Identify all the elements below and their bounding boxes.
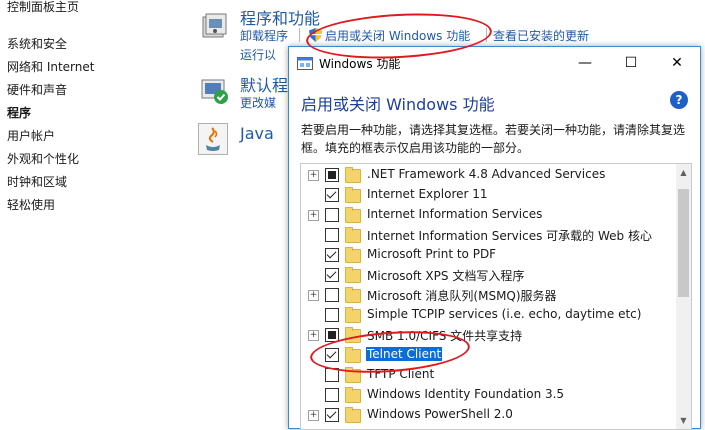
- expand-icon[interactable]: +: [308, 170, 319, 181]
- folder-icon: [345, 367, 361, 383]
- scroll-down-icon[interactable]: ▼: [679, 416, 688, 425]
- folder-icon: [345, 227, 361, 243]
- sidebar-item-appearance[interactable]: 外观和个性化: [7, 150, 79, 167]
- folder-icon: [345, 347, 361, 363]
- folder-icon: [345, 327, 361, 343]
- sidebar-item-clock-region[interactable]: 时钟和区域: [7, 173, 67, 190]
- scrollbar-thumb[interactable]: [678, 189, 689, 297]
- shield-icon: [309, 27, 322, 46]
- feature-row[interactable]: Microsoft Print to PDF: [301, 245, 675, 265]
- feature-row[interactable]: Windows Identity Foundation 3.5: [301, 385, 675, 405]
- feature-label[interactable]: Windows PowerShell 2.0: [366, 407, 514, 421]
- expand-icon[interactable]: +: [308, 290, 319, 301]
- feature-row[interactable]: + Internet Information Services: [301, 205, 675, 225]
- feature-row[interactable]: + Microsoft 消息队列(MSMQ)服务器: [301, 285, 675, 305]
- feature-checkbox[interactable]: [325, 288, 339, 302]
- feature-row[interactable]: + .NET Framework 4.8 Advanced Services: [301, 165, 675, 185]
- feature-checkbox[interactable]: [325, 348, 339, 362]
- folder-icon: [345, 247, 361, 263]
- expand-icon[interactable]: +: [308, 210, 319, 221]
- folder-icon: [345, 167, 361, 183]
- feature-checkbox[interactable]: [325, 328, 339, 342]
- folder-icon: [345, 407, 361, 423]
- change-media-link[interactable]: 更改媒: [240, 94, 276, 111]
- feature-row[interactable]: + Windows PowerShell 2.0: [301, 405, 675, 425]
- programs-features-icon: [200, 11, 230, 41]
- close-icon: ✕: [671, 54, 683, 71]
- default-programs-title[interactable]: 默认程: [240, 72, 288, 96]
- dialog-title: Windows 功能: [319, 57, 401, 71]
- feature-label[interactable]: Simple TCPIP services (i.e. echo, daytim…: [366, 307, 642, 321]
- maximize-button[interactable]: ☐: [608, 47, 654, 78]
- feature-checkbox[interactable]: [325, 408, 339, 422]
- link-separator: [299, 28, 300, 42]
- sidebar-item-user-accounts[interactable]: 用户帐户: [7, 127, 55, 144]
- close-button[interactable]: ✕: [654, 47, 700, 78]
- dialog-description: 若要启用一种功能，请选择其复选框。若要关闭一种功能，请清除其复选框。填充的框表示…: [301, 123, 686, 155]
- uninstall-program-link[interactable]: 卸载程序: [240, 27, 288, 44]
- link-separator: [486, 28, 487, 42]
- feature-label[interactable]: Microsoft XPS 文档写入程序: [366, 267, 525, 284]
- expand-icon[interactable]: +: [308, 330, 319, 341]
- feature-checkbox[interactable]: [325, 228, 339, 242]
- sidebar-item-network[interactable]: 网络和 Internet: [7, 58, 94, 75]
- feature-checkbox[interactable]: [325, 248, 339, 262]
- view-installed-updates-link[interactable]: 查看已安装的更新: [493, 27, 589, 44]
- feature-checkbox[interactable]: [325, 388, 339, 402]
- folder-icon: [345, 387, 361, 403]
- windows-features-dialog: Windows 功能 — ☐ ✕ 启用或关闭 Windows 功能 ? 若要启用…: [288, 46, 701, 430]
- feature-checkbox[interactable]: [325, 208, 339, 222]
- sidebar-item-security[interactable]: 系统和安全: [7, 35, 67, 52]
- help-icon[interactable]: ?: [670, 91, 688, 109]
- folder-icon: [345, 287, 361, 303]
- folder-icon: [345, 307, 361, 323]
- control-panel-home-link[interactable]: 控制面板主页: [7, 0, 79, 15]
- sidebar-item-programs[interactable]: 程序: [7, 104, 31, 121]
- minimize-button[interactable]: —: [562, 47, 608, 78]
- feature-label[interactable]: Microsoft Print to PDF: [366, 247, 497, 261]
- toggle-windows-features-link[interactable]: 启用或关闭 Windows 功能: [325, 27, 470, 44]
- feature-checkbox[interactable]: [325, 268, 339, 282]
- feature-checkbox[interactable]: [325, 308, 339, 322]
- folder-icon: [345, 207, 361, 223]
- dialog-titlebar[interactable]: Windows 功能 — ☐ ✕: [289, 47, 700, 78]
- feature-label[interactable]: SMB 1.0/CIFS 文件共享支持: [366, 327, 523, 344]
- feature-row[interactable]: Microsoft XPS 文档写入程序: [301, 265, 675, 285]
- feature-label[interactable]: Telnet Client: [366, 347, 443, 361]
- feature-row[interactable]: + SMB 1.0/CIFS 文件共享支持: [301, 325, 675, 345]
- feature-row[interactable]: Internet Explorer 11: [301, 185, 675, 205]
- minimize-icon: —: [578, 54, 592, 71]
- programs-features-title[interactable]: 程序和功能: [240, 5, 320, 29]
- feature-checkbox[interactable]: [325, 188, 339, 202]
- default-programs-icon: [200, 76, 230, 106]
- feature-row[interactable]: Simple TCPIP services (i.e. echo, daytim…: [301, 305, 675, 325]
- feature-label[interactable]: .NET Framework 4.8 Advanced Services: [366, 167, 606, 181]
- feature-label[interactable]: Internet Information Services: [366, 207, 543, 221]
- feature-label[interactable]: Internet Explorer 11: [366, 187, 489, 201]
- feature-checkbox[interactable]: [325, 168, 339, 182]
- java-title[interactable]: Java: [240, 124, 274, 143]
- java-icon: [198, 123, 228, 155]
- folder-icon: [345, 187, 361, 203]
- features-tree[interactable]: + .NET Framework 4.8 Advanced Services Int…: [300, 163, 692, 430]
- feature-label[interactable]: Internet Information Services 可承载的 Web 核…: [366, 227, 653, 244]
- feature-label[interactable]: TFTP Client: [366, 367, 435, 381]
- windows-features-icon: [297, 55, 313, 71]
- tree-scrollbar[interactable]: ▲ ▼: [676, 164, 691, 429]
- expand-icon[interactable]: +: [308, 410, 319, 421]
- run-programs-link[interactable]: 运行以: [240, 46, 276, 63]
- feature-label[interactable]: Microsoft 消息队列(MSMQ)服务器: [366, 287, 558, 304]
- sidebar-item-hardware[interactable]: 硬件和声音: [7, 81, 67, 98]
- feature-row[interactable]: TFTP Client: [301, 365, 675, 385]
- maximize-icon: ☐: [624, 54, 638, 71]
- feature-checkbox[interactable]: [325, 368, 339, 382]
- feature-row[interactable]: Internet Information Services 可承载的 Web 核…: [301, 225, 675, 245]
- feature-row[interactable]: Telnet Client: [301, 345, 675, 365]
- feature-label[interactable]: Windows Identity Foundation 3.5: [366, 387, 565, 401]
- sidebar-item-ease-of-access[interactable]: 轻松使用: [7, 196, 55, 213]
- dialog-heading: 启用或关闭 Windows 功能: [301, 95, 495, 114]
- scroll-up-icon[interactable]: ▲: [679, 168, 688, 177]
- folder-icon: [345, 267, 361, 283]
